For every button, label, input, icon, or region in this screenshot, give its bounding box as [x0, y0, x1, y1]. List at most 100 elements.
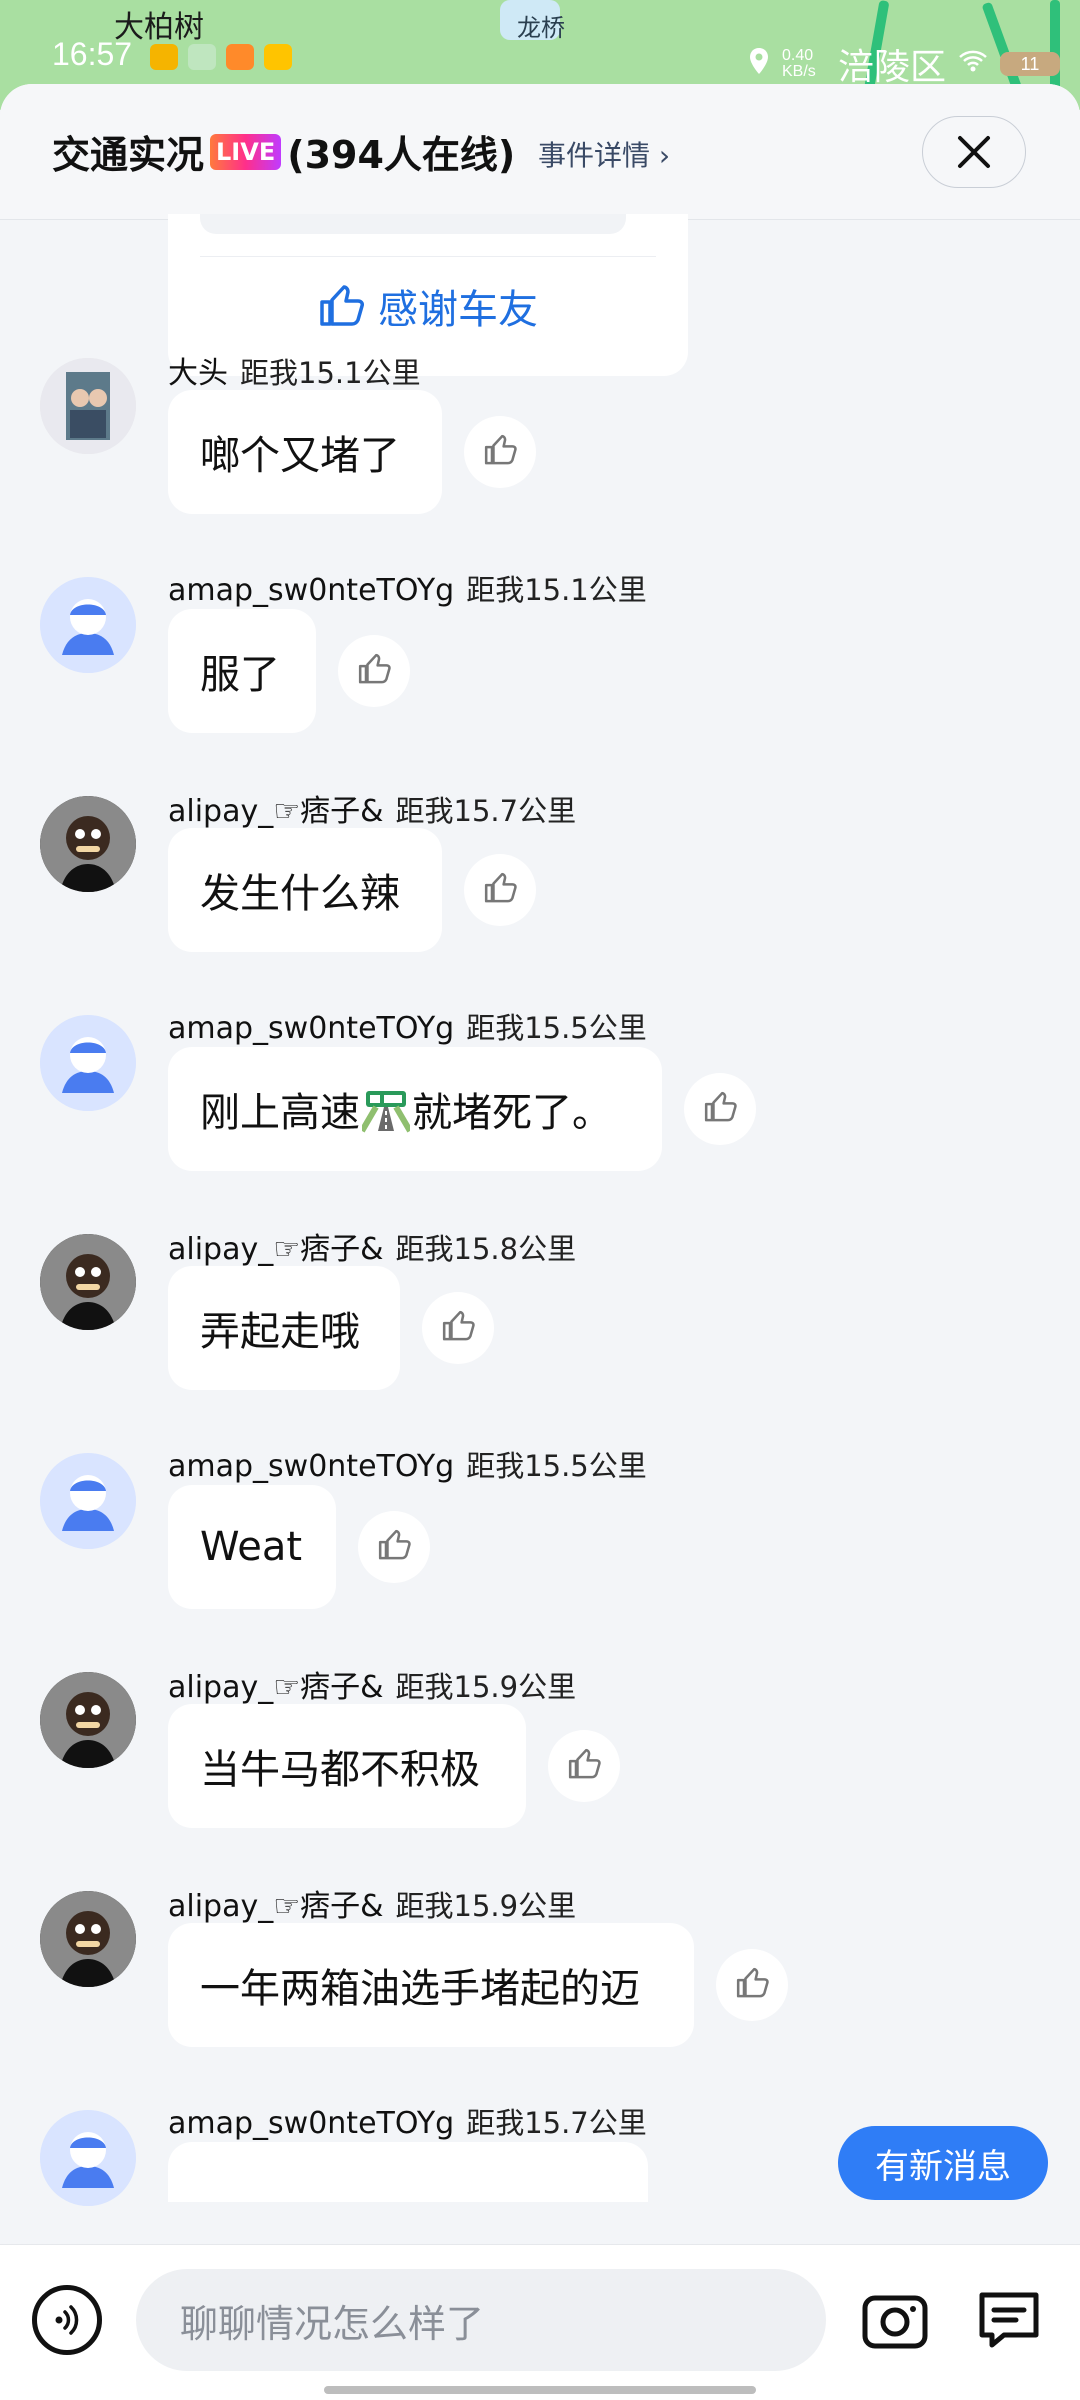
message-bubble[interactable]: Weat: [168, 1485, 336, 1609]
thumbs-up-icon: [441, 1310, 475, 1346]
new-message-button[interactable]: 有新消息: [838, 2126, 1048, 2200]
user-name[interactable]: 大头: [168, 356, 228, 391]
map-label: 龙桥: [517, 14, 565, 42]
close-icon: [958, 136, 990, 168]
user-name[interactable]: alipay_☞痞子&: [168, 1889, 384, 1924]
camera-icon: [862, 2295, 928, 2349]
message-meta: alipay_☞痞子& 距我15.7公里: [168, 786, 576, 830]
message-item: alipay_☞痞子& 距我15.9公里一年两箱油选手堵起的迈: [0, 1889, 1080, 2089]
close-button[interactable]: [922, 116, 1026, 188]
message-bubble[interactable]: [168, 2142, 648, 2202]
like-button[interactable]: [338, 635, 410, 707]
wifi-icon: [958, 49, 988, 79]
user-name[interactable]: alipay_☞痞子&: [168, 1670, 384, 1705]
app-notification-icon: [226, 44, 254, 70]
notification-icons: [150, 44, 292, 70]
user-name[interactable]: amap_sw0nteTOYg: [168, 1449, 454, 1484]
user-name[interactable]: amap_sw0nteTOYg: [168, 2106, 454, 2141]
thumbs-up-icon: [703, 1091, 737, 1127]
location-icon: [748, 47, 770, 81]
online-count: (394人在线): [287, 133, 516, 177]
avatar[interactable]: [40, 1453, 136, 1549]
thanks-button[interactable]: 感谢车友: [168, 266, 688, 346]
message-text: 刚上高速: [200, 1090, 360, 1136]
distance-label: 距我15.9公里: [395, 1889, 577, 1923]
event-details-link[interactable]: 事件详情 ›: [538, 134, 670, 174]
message-text: 一年两箱油选手堵起的迈: [200, 1966, 640, 2012]
thanks-label: 感谢车友: [378, 287, 538, 333]
home-indicator: [324, 2386, 756, 2394]
status-right: 0.40 KB/s 涪陵区 11: [748, 38, 1060, 90]
avatar[interactable]: [40, 1891, 136, 1987]
like-button[interactable]: [464, 854, 536, 926]
message-meta: amap_sw0nteTOYg 距我15.7公里: [168, 2100, 647, 2142]
message-bubble[interactable]: 当牛马都不积极: [168, 1704, 526, 1828]
message-text: 啷个又堵了: [200, 433, 400, 479]
message-text: 当牛马都不积极: [200, 1747, 480, 1793]
message-bubble[interactable]: 发生什么辣: [168, 828, 442, 952]
like-button[interactable]: [422, 1292, 494, 1364]
distance-label: 距我15.1公里: [466, 573, 647, 607]
like-button[interactable]: [716, 1949, 788, 2021]
like-button[interactable]: [548, 1730, 620, 1802]
message-bubble[interactable]: 刚上高速 就堵死了。: [168, 1047, 662, 1171]
voice-button[interactable]: [32, 2285, 102, 2355]
distance-label: 距我15.7公里: [395, 794, 577, 828]
avatar[interactable]: [40, 1015, 136, 1111]
divider: [200, 256, 656, 257]
message-meta: amap_sw0nteTOYg 距我15.5公里: [168, 1443, 647, 1485]
user-name[interactable]: amap_sw0nteTOYg: [168, 573, 454, 608]
message-item: alipay_☞痞子& 距我15.8公里弄起走哦: [0, 1232, 1080, 1432]
message-item: amap_sw0nteTOYg 距我15.5公里刚上高速 就堵死了。: [0, 1011, 1080, 1213]
user-name[interactable]: alipay_☞痞子&: [168, 794, 384, 829]
thumbs-up-icon: [567, 1748, 601, 1784]
thumbs-up-icon: [483, 872, 517, 908]
bottom-bar: 聊聊情况怎么样了: [0, 2244, 1080, 2400]
message-bubble[interactable]: 弄起走哦: [168, 1266, 400, 1390]
camera-button[interactable]: [860, 2285, 930, 2355]
avatar[interactable]: [40, 2110, 136, 2206]
message-text: 就堵死了。: [412, 1090, 612, 1136]
panel-header: 交通实况 LIVE (394人在线) 事件详情 ›: [0, 84, 1080, 220]
distance-label: 距我15.7公里: [466, 2106, 647, 2140]
avatar[interactable]: [40, 796, 136, 892]
avatar[interactable]: [40, 1234, 136, 1330]
message-text: Weat: [200, 1524, 303, 1570]
chat-input[interactable]: 聊聊情况怎么样了: [136, 2269, 826, 2371]
like-button[interactable]: [464, 416, 536, 488]
net-speed: 0.40 KB/s: [781, 47, 816, 80]
chat-bubble-icon: [979, 2292, 1039, 2348]
battery-indicator: 11: [1000, 52, 1060, 76]
chevron-right-icon: ›: [658, 139, 671, 172]
message-bubble[interactable]: 一年两箱油选手堵起的迈: [168, 1923, 694, 2047]
app-notification-icon: [264, 44, 292, 70]
message-bubble[interactable]: 啷个又堵了: [168, 390, 442, 514]
wechat-icon: [188, 44, 216, 70]
distance-label: 距我15.8公里: [395, 1232, 577, 1266]
message-bubble[interactable]: 服了: [168, 609, 316, 733]
event-details-label: 事件详情: [538, 139, 651, 172]
distance-label: 距我15.5公里: [466, 1449, 647, 1483]
like-button[interactable]: [684, 1073, 756, 1145]
avatar[interactable]: [40, 358, 136, 454]
like-button[interactable]: [358, 1511, 430, 1583]
chat-input-placeholder: 聊聊情况怎么样了: [180, 2301, 485, 2346]
user-name[interactable]: alipay_☞痞子&: [168, 1232, 384, 1267]
avatar[interactable]: [40, 1672, 136, 1768]
status-time: 16:57: [52, 36, 133, 72]
avatar[interactable]: [40, 577, 136, 673]
message-meta: 大头 距我15.1公里: [168, 348, 421, 392]
messages-button[interactable]: [974, 2285, 1044, 2355]
district-label: 涪陵区: [837, 46, 946, 87]
message-meta: alipay_☞痞子& 距我15.9公里: [168, 1881, 576, 1925]
voice-icon: [55, 2305, 79, 2335]
message-meta: amap_sw0nteTOYg 距我15.5公里: [168, 1005, 647, 1047]
title-text: 交通实况: [52, 133, 205, 177]
message-item: amap_sw0nteTOYg 距我15.1公里服了: [0, 573, 1080, 775]
message-text: 弄起走哦: [200, 1309, 360, 1355]
thumbs-up-icon: [357, 653, 391, 689]
distance-label: 距我15.5公里: [466, 1011, 647, 1045]
user-name[interactable]: amap_sw0nteTOYg: [168, 1011, 454, 1046]
message-item: amap_sw0nteTOYg 距我15.5公里 Weat: [0, 1449, 1080, 1651]
message-text: 发生什么辣: [200, 871, 400, 917]
